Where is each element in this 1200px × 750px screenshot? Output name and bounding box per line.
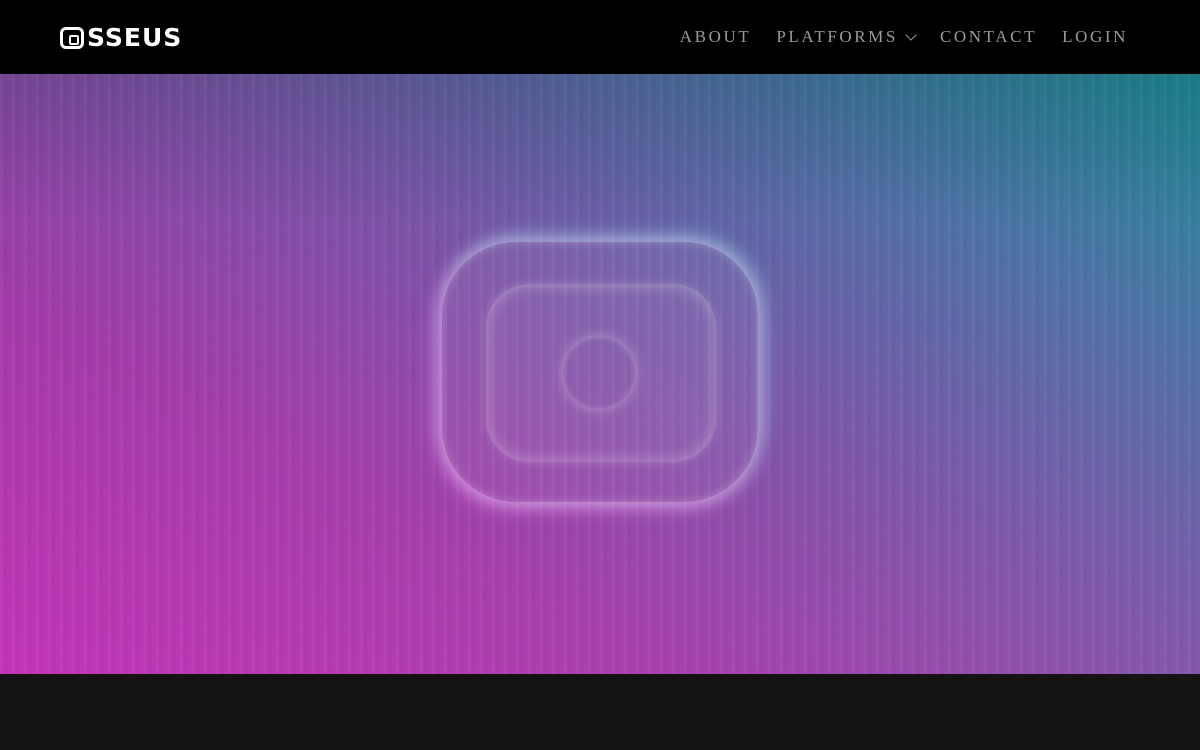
nav-login-link[interactable]: LOGIN bbox=[1062, 27, 1128, 47]
hero-banner bbox=[0, 74, 1200, 674]
nav-contact-label: CONTACT bbox=[939, 27, 1038, 46]
nav-contact-link[interactable]: CONTACT bbox=[940, 27, 1037, 47]
nav-login-label: LOGIN bbox=[1062, 27, 1128, 46]
emblem-inner-frame bbox=[486, 284, 716, 462]
nav-platforms-dropdown[interactable]: PLATFORMS bbox=[776, 27, 917, 47]
osseus-emblem-icon bbox=[442, 242, 758, 502]
osseus-logo[interactable]: SSEUS bbox=[60, 25, 182, 50]
content-section-top bbox=[0, 674, 1200, 750]
top-navigation-bar: SSEUS ABOUT PLATFORMS CONTACT LOGIN bbox=[0, 0, 1200, 74]
nav-about-label: ABOUT bbox=[679, 27, 752, 46]
logo-mark-icon bbox=[60, 26, 84, 49]
nav-platforms-label: PLATFORMS bbox=[776, 27, 898, 46]
emblem-center-dot bbox=[563, 337, 635, 409]
logo-text: SSEUS bbox=[87, 22, 183, 52]
nav-about-link[interactable]: ABOUT bbox=[680, 27, 752, 47]
chevron-down-icon bbox=[905, 28, 917, 41]
main-nav: ABOUT PLATFORMS CONTACT LOGIN bbox=[655, 0, 1128, 74]
